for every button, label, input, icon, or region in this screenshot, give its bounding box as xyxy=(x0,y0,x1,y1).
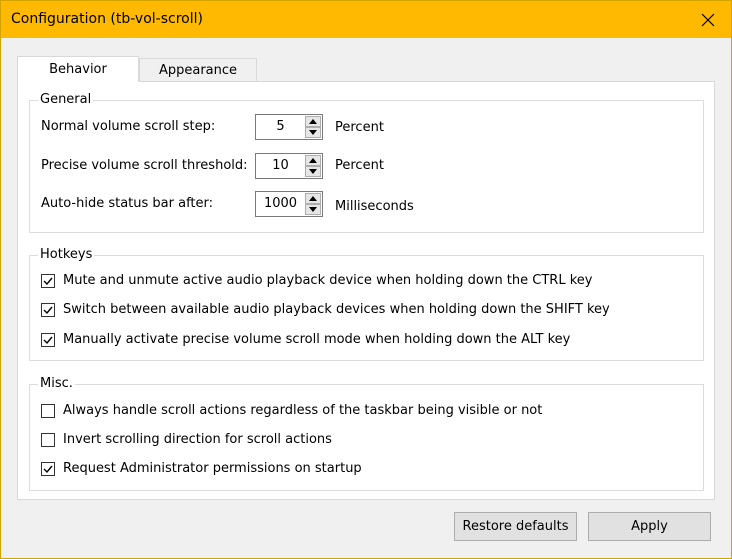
checkmark-icon xyxy=(43,306,53,315)
autohide-unit: Milliseconds xyxy=(335,199,414,214)
ctrl-mute-checkbox[interactable] xyxy=(41,274,55,288)
precise-threshold-unit: Percent xyxy=(335,158,384,173)
precise-threshold-down-button[interactable] xyxy=(305,166,321,177)
precise-threshold-value[interactable]: 10 xyxy=(256,154,305,178)
autohide-up-button[interactable] xyxy=(305,193,321,204)
shift-switch-checkbox[interactable] xyxy=(41,303,55,317)
alt-precise-checkbox[interactable] xyxy=(41,333,55,347)
tab-appearance[interactable]: Appearance xyxy=(139,58,257,82)
request-admin-label[interactable]: Request Administrator permissions on sta… xyxy=(63,460,362,478)
invert-scroll-label[interactable]: Invert scrolling direction for scroll ac… xyxy=(63,431,332,449)
checkmark-icon xyxy=(43,277,53,286)
shift-switch-label[interactable]: Switch between available audio playback … xyxy=(63,301,610,319)
general-legend: General xyxy=(38,92,94,108)
checkmark-icon xyxy=(43,465,53,474)
precise-threshold-spinbox[interactable]: 10 xyxy=(255,153,323,179)
title-bar: Configuration (tb-vol-scroll) xyxy=(1,1,731,38)
config-window: Configuration (tb-vol-scroll) Appearance… xyxy=(0,0,732,559)
arrow-up-icon xyxy=(309,119,317,124)
precise-threshold-up-button[interactable] xyxy=(305,155,321,166)
close-button[interactable] xyxy=(685,1,731,38)
arrow-up-icon xyxy=(309,158,317,163)
arrow-down-icon xyxy=(309,169,317,174)
arrow-up-icon xyxy=(309,196,317,201)
always-handle-label[interactable]: Always handle scroll actions regardless … xyxy=(63,402,542,420)
autohide-value[interactable]: 1000 xyxy=(256,192,305,216)
scroll-step-value[interactable]: 5 xyxy=(256,115,305,139)
tab-behavior[interactable]: Behavior xyxy=(17,56,139,82)
scroll-step-unit: Percent xyxy=(335,120,384,135)
request-admin-checkbox[interactable] xyxy=(41,462,55,476)
invert-scroll-checkbox[interactable] xyxy=(41,433,55,447)
precise-threshold-label: Precise volume scroll threshold: xyxy=(41,158,248,173)
arrow-down-icon xyxy=(309,130,317,135)
alt-precise-label[interactable]: Manually activate precise volume scroll … xyxy=(63,331,570,349)
arrow-down-icon xyxy=(309,207,317,212)
autohide-label: Auto-hide status bar after: xyxy=(41,196,214,211)
close-icon xyxy=(701,13,715,26)
apply-button[interactable]: Apply xyxy=(588,512,711,541)
window-title: Configuration (tb-vol-scroll) xyxy=(11,11,203,27)
always-handle-checkbox[interactable] xyxy=(41,404,55,418)
restore-defaults-button[interactable]: Restore defaults xyxy=(454,512,577,541)
ctrl-mute-label[interactable]: Mute and unmute active audio playback de… xyxy=(63,272,592,290)
misc-legend: Misc. xyxy=(38,376,75,392)
scroll-step-label: Normal volume scroll step: xyxy=(41,119,216,134)
autohide-down-button[interactable] xyxy=(305,204,321,215)
scroll-step-up-button[interactable] xyxy=(305,116,321,127)
scroll-step-down-button[interactable] xyxy=(305,127,321,138)
checkmark-icon xyxy=(43,336,53,345)
scroll-step-spinbox[interactable]: 5 xyxy=(255,114,323,140)
autohide-spinbox[interactable]: 1000 xyxy=(255,191,323,217)
hotkeys-legend: Hotkeys xyxy=(38,247,95,263)
